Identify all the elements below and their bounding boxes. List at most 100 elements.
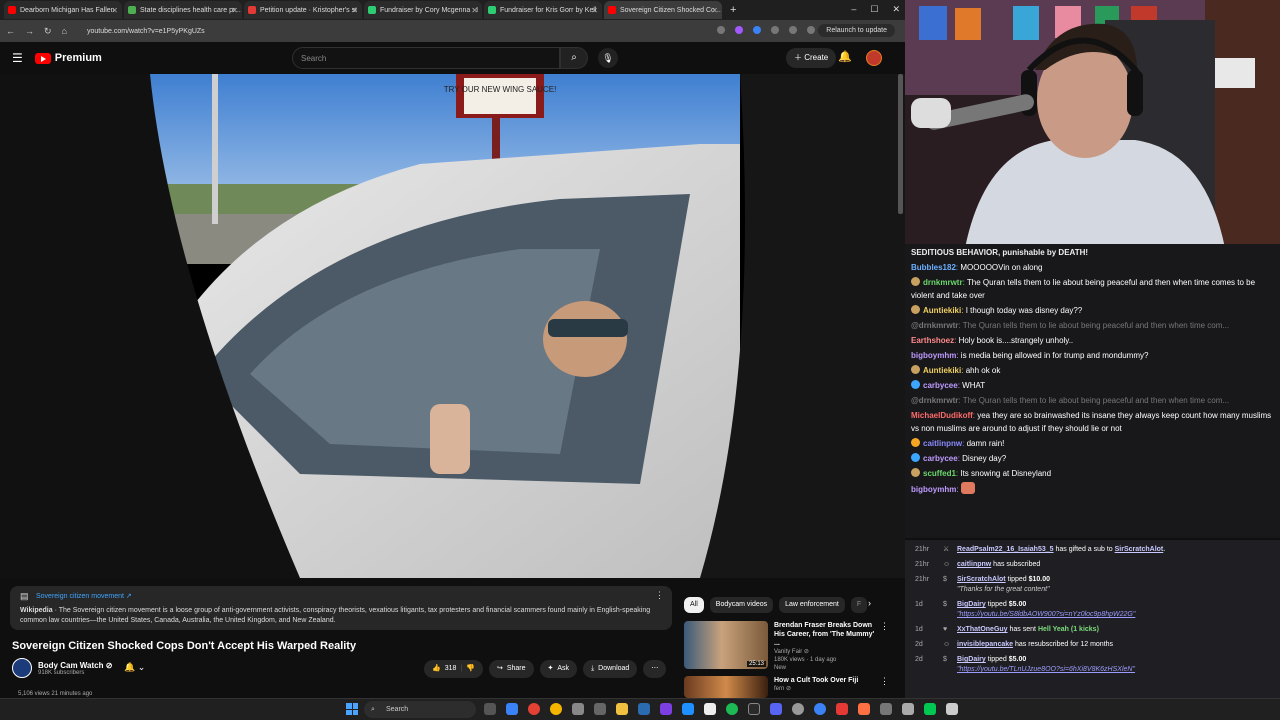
extension-icon[interactable] (807, 26, 815, 34)
chat-username[interactable]: carbycee (923, 381, 958, 390)
search-input[interactable]: Search (292, 47, 560, 69)
app-icon[interactable] (682, 703, 694, 715)
activity-link[interactable]: "https://youtu.be/S8ldbAOW900?si=nYz0loc… (957, 610, 1280, 620)
close-tab-icon[interactable]: ✕ (711, 6, 718, 15)
close-tab-icon[interactable]: ✕ (111, 6, 118, 15)
app-icon[interactable] (770, 703, 782, 715)
activity-user[interactable]: BigDairy (957, 601, 986, 608)
app-icon[interactable] (748, 703, 760, 715)
browser-tab[interactable]: Petition update · Kristopher's st ✕ (244, 1, 362, 19)
chip-bodycam[interactable]: Bodycam videos (709, 597, 774, 613)
chat-username[interactable]: bigboymhm (911, 351, 956, 360)
app-icon[interactable] (572, 703, 584, 715)
app-icon[interactable] (594, 703, 606, 715)
share-button[interactable]: ↪ Share (488, 660, 534, 678)
chip-all[interactable]: All (684, 597, 704, 613)
chat-username[interactable]: bigboymhm (911, 485, 956, 494)
app-icon[interactable] (792, 703, 804, 715)
info-title-link[interactable]: Sovereign citizen movement ↗ (36, 593, 132, 600)
activity-user[interactable]: SirScratchAlot (957, 576, 1006, 583)
app-icon[interactable] (484, 703, 496, 715)
app-icon[interactable] (836, 703, 848, 715)
app-icon[interactable] (704, 703, 716, 715)
app-icon[interactable] (506, 703, 518, 715)
extension-icon[interactable] (735, 26, 743, 34)
app-icon[interactable] (902, 703, 914, 715)
chat-username[interactable]: caitlinpnw (923, 439, 962, 448)
chat-username[interactable]: @drnkmrwtr (911, 321, 958, 330)
activity-recipient[interactable]: SirScratchAlot (1115, 546, 1164, 553)
home-icon[interactable]: ⌂ (62, 26, 67, 36)
activity-link[interactable]: "https://youtu.be/TLnUJzue8OO?si=6hXi8V8… (957, 665, 1280, 675)
app-icon[interactable] (726, 703, 738, 715)
chat-username[interactable]: MichaelDudikoff (911, 411, 973, 420)
more-actions-button[interactable]: ⋯ (643, 660, 667, 678)
account-avatar[interactable] (866, 50, 882, 66)
chat-username[interactable]: @drnkmrwtr (911, 396, 958, 405)
activity-user[interactable]: invisiblepancake (957, 641, 1013, 648)
folder-icon[interactable] (616, 703, 628, 715)
maximize-icon[interactable]: ☐ (870, 4, 878, 15)
close-tab-icon[interactable]: ✕ (231, 6, 238, 15)
chat-username[interactable]: Bubbles182 (911, 263, 956, 272)
youtube-logo[interactable]: Premium (34, 52, 102, 64)
minimize-icon[interactable]: – (851, 4, 856, 15)
browser-tab[interactable]: Fundraiser for Kris Gorr by Kell ✕ (484, 1, 602, 19)
close-tab-icon[interactable]: ✕ (351, 6, 358, 15)
more-options-icon[interactable]: ⋮ (880, 621, 889, 632)
chat-username[interactable]: drnkmrwtr (923, 278, 963, 287)
browser-tab[interactable]: Dearborn Michigan Has Fallen ✕ (4, 1, 122, 19)
like-button[interactable]: 👍 318 | 👎 (424, 660, 483, 678)
app-icon[interactable] (814, 703, 826, 715)
search-icon[interactable]: ⌕ (560, 47, 588, 69)
chat-username[interactable]: Earthshoez (911, 336, 954, 345)
app-icon[interactable] (858, 703, 870, 715)
extension-icon[interactable] (789, 26, 797, 34)
video-player[interactable]: TRY OUR NEW WING SAUCE! (0, 74, 905, 578)
start-button[interactable] (346, 703, 358, 715)
browser-tab[interactable]: Sovereign Citizen Shocked Co... ✕ (604, 1, 722, 19)
chat-username[interactable]: Auntiekiki (923, 366, 961, 375)
video-thumbnail[interactable]: 25:13 (684, 621, 768, 669)
forward-icon[interactable]: → (25, 26, 34, 36)
channel-avatar[interactable] (12, 658, 32, 678)
notifications-icon[interactable]: 🔔 (838, 50, 852, 63)
recommended-video[interactable]: How a Cult Took Over Fiji fern ⊘ ⋮ (684, 676, 889, 698)
more-options-icon[interactable]: ⋮ (655, 590, 664, 600)
extension-icon[interactable] (753, 26, 761, 34)
activity-user[interactable]: ReadPsalm22_16_Isaiah53_5 (957, 546, 1054, 553)
relaunch-button[interactable]: Relaunch to update (818, 24, 895, 37)
app-icon[interactable] (660, 703, 672, 715)
browser-tab[interactable]: Fundraiser by Cory Mcgenna : I ✕ (364, 1, 482, 19)
download-button[interactable]: ⤓ Download (583, 660, 638, 678)
close-tab-icon[interactable]: ✕ (591, 6, 598, 15)
activity-user[interactable]: XxThatOneGuy (957, 626, 1008, 633)
recommended-video[interactable]: 25:13 Brendan Fraser Breaks Down His Car… (684, 621, 889, 672)
back-icon[interactable]: ← (6, 26, 15, 36)
rec-title[interactable]: Brendan Fraser Breaks Down His Career, f… (774, 621, 878, 648)
video-thumbnail[interactable] (684, 676, 768, 698)
more-options-icon[interactable]: ⋮ (880, 676, 889, 687)
chat-username[interactable]: Auntiekiki (923, 306, 961, 315)
activity-user[interactable]: BigDairy (957, 656, 986, 663)
create-button[interactable]: ＋ Create (786, 48, 837, 68)
channel-name[interactable]: Body Cam Watch ⊘ (38, 661, 112, 670)
chip-law-enforcement[interactable]: Law enforcement (779, 597, 845, 613)
microphone-icon[interactable]: 🎙 (598, 48, 618, 68)
extension-icon[interactable] (771, 26, 779, 34)
chat-username[interactable]: scuffed1 (923, 469, 956, 478)
subscribe-bell-button[interactable]: 🔔 ⌄ (124, 662, 145, 673)
new-tab-icon[interactable]: + (730, 4, 736, 16)
app-icon[interactable] (924, 703, 936, 715)
reload-icon[interactable]: ↻ (44, 26, 52, 37)
activity-user[interactable]: caitlinpnw (957, 561, 991, 568)
app-icon[interactable] (638, 703, 650, 715)
close-tab-icon[interactable]: ✕ (471, 6, 478, 15)
menu-icon[interactable]: ☰ (12, 51, 23, 65)
taskbar-search[interactable]: ⌕ Search (364, 701, 476, 718)
chrome-icon[interactable] (528, 703, 540, 715)
chip-more[interactable]: F (850, 597, 868, 613)
extension-icon[interactable] (717, 26, 725, 34)
app-icon[interactable] (880, 703, 892, 715)
thumbs-down-icon[interactable]: 👎 (466, 660, 475, 678)
